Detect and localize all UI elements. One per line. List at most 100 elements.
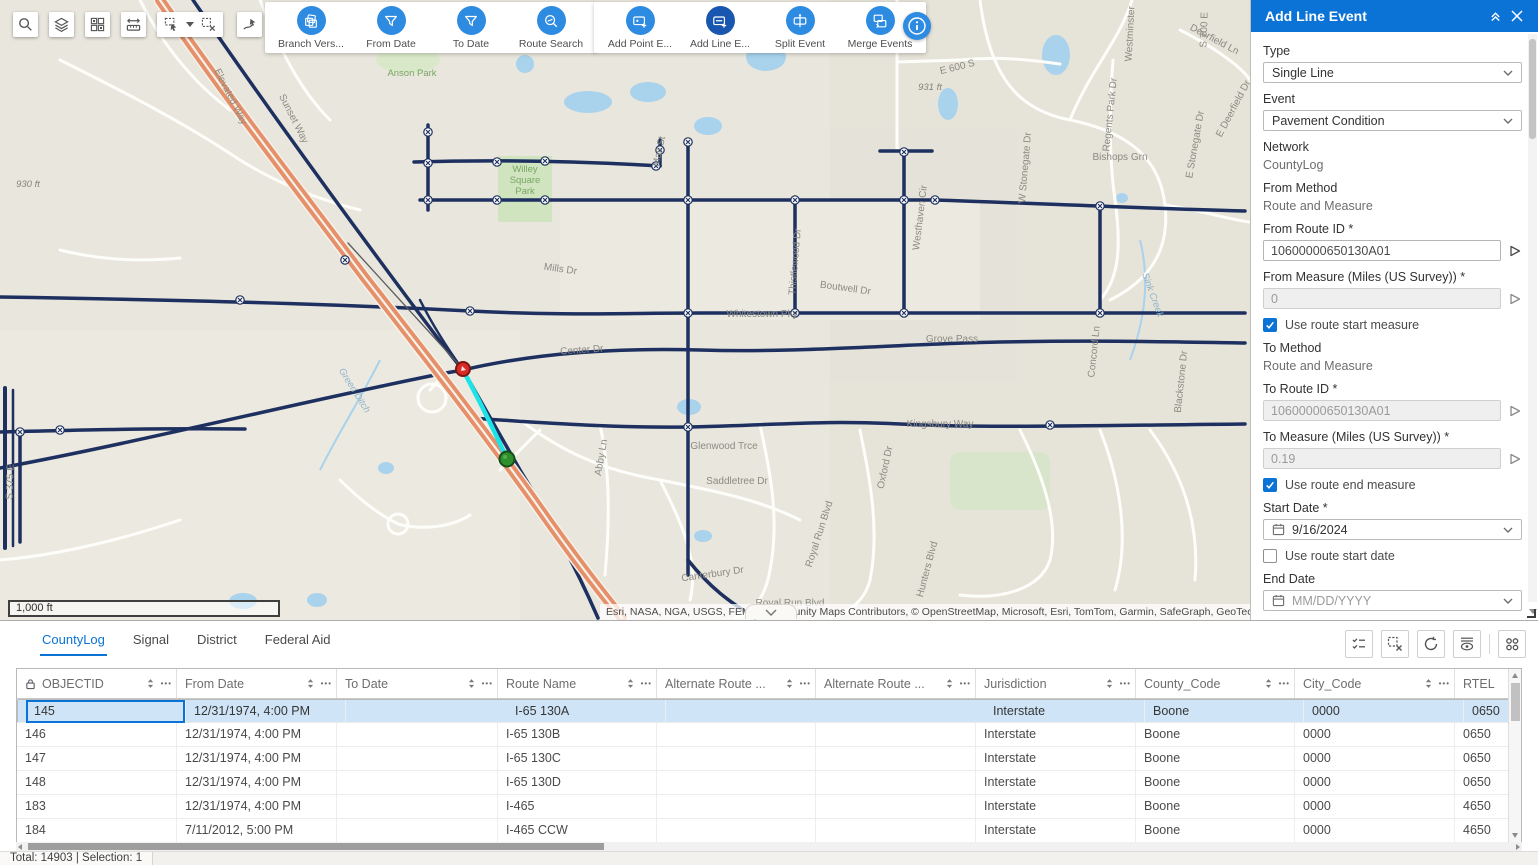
table-row[interactable]: 14712/31/1974, 4:00 PMI-65 130CInterstat… bbox=[17, 747, 1521, 771]
table-row[interactable]: 14512/31/1974, 4:00 PMI-65 130AInterstat… bbox=[17, 699, 1521, 723]
tab-district[interactable]: District bbox=[195, 628, 239, 656]
table-cell[interactable]: 146 bbox=[17, 723, 177, 746]
table-cell[interactable]: Interstate bbox=[976, 819, 1136, 842]
table-cell[interactable] bbox=[657, 747, 816, 770]
vertical-scrollbar-thumb[interactable] bbox=[1511, 683, 1520, 721]
pick-measure-on-map-icon[interactable] bbox=[1508, 452, 1522, 466]
table-cell[interactable]: 12/31/1974, 4:00 PM bbox=[177, 723, 337, 746]
column-menu-icon[interactable]: ••• bbox=[321, 679, 332, 688]
tab-federal-aid[interactable]: Federal Aid bbox=[263, 628, 333, 656]
pick-measure-on-map-icon[interactable] bbox=[1508, 292, 1522, 306]
sort-icon[interactable] bbox=[1106, 678, 1113, 689]
sort-icon[interactable] bbox=[147, 678, 154, 689]
split-event-button[interactable]: Split Event bbox=[768, 6, 832, 50]
tab-countylog[interactable]: CountyLog bbox=[40, 628, 107, 656]
table-cell[interactable]: 0650 bbox=[1455, 771, 1510, 794]
column-header-rtel[interactable]: RTEL bbox=[1455, 669, 1510, 698]
table-cell[interactable] bbox=[816, 747, 976, 770]
column-menu-icon[interactable]: ••• bbox=[482, 679, 493, 688]
table-cell[interactable]: Interstate bbox=[976, 795, 1136, 818]
table-cell[interactable]: 12/31/1974, 4:00 PM bbox=[186, 700, 346, 723]
table-cell[interactable]: Boone bbox=[1136, 747, 1295, 770]
table-cell[interactable]: Boone bbox=[1136, 819, 1295, 842]
column-header-route-name[interactable]: Route Name••• bbox=[498, 669, 657, 698]
column-header-city-code[interactable]: City_Code••• bbox=[1295, 669, 1455, 698]
scroll-left-arrow[interactable] bbox=[18, 844, 22, 850]
sort-icon[interactable] bbox=[468, 678, 475, 689]
table-row[interactable]: 18312/31/1974, 4:00 PMI-465InterstateBoo… bbox=[17, 795, 1521, 819]
table-cell[interactable]: Interstate bbox=[976, 723, 1136, 746]
table-cell[interactable] bbox=[657, 723, 816, 746]
table-cell[interactable] bbox=[816, 771, 976, 794]
table-cell[interactable]: 0000 bbox=[1295, 747, 1455, 770]
use-route-start-date-checkbox[interactable]: Use route start date bbox=[1263, 549, 1522, 563]
map-canvas[interactable]: 930 ft931 ftElevated WaySunset WayAnson … bbox=[0, 0, 1250, 620]
table-cell[interactable]: Interstate bbox=[976, 747, 1136, 770]
table-cell[interactable]: I-65 130D bbox=[498, 771, 657, 794]
table-cell[interactable] bbox=[816, 723, 976, 746]
to-route-id-input[interactable] bbox=[1263, 400, 1501, 421]
measure-tool-button[interactable] bbox=[121, 12, 146, 37]
column-menu-icon[interactable]: ••• bbox=[1120, 679, 1131, 688]
sort-icon[interactable] bbox=[1265, 678, 1272, 689]
panel-resize-handle[interactable] bbox=[1527, 609, 1536, 618]
scroll-down-arrow[interactable] bbox=[1512, 833, 1518, 838]
table-cell[interactable]: Boone bbox=[1136, 723, 1295, 746]
to-measure-input[interactable] bbox=[1263, 448, 1501, 469]
column-header-alternate-route[interactable]: Alternate Route ...••• bbox=[657, 669, 816, 698]
pick-route-on-map-icon[interactable] bbox=[1508, 244, 1522, 258]
scroll-right-arrow[interactable] bbox=[1516, 844, 1520, 850]
column-menu-icon[interactable]: ••• bbox=[1439, 679, 1450, 688]
table-cell[interactable]: 0000 bbox=[1304, 700, 1464, 723]
select-dropdown-chevron-icon[interactable] bbox=[186, 22, 194, 27]
close-panel-button[interactable] bbox=[1506, 5, 1528, 27]
show-selection-button[interactable] bbox=[1345, 630, 1373, 658]
clear-selection-button[interactable] bbox=[1381, 630, 1409, 658]
table-cell[interactable] bbox=[657, 819, 816, 842]
column-menu-icon[interactable]: ••• bbox=[1279, 679, 1290, 688]
table-cell[interactable]: 12/31/1974, 4:00 PM bbox=[177, 771, 337, 794]
from-route-id-input[interactable] bbox=[1263, 240, 1501, 261]
panel-scrollbar-thumb[interactable] bbox=[1529, 39, 1536, 139]
column-menu-icon[interactable]: ••• bbox=[641, 679, 652, 688]
table-cell[interactable]: 12/31/1974, 4:00 PM bbox=[177, 747, 337, 770]
layers-tool-button[interactable] bbox=[49, 12, 74, 37]
end-date-picker[interactable]: MM/DD/YYYY bbox=[1263, 590, 1522, 611]
clear-selection-icon[interactable] bbox=[201, 17, 216, 32]
table-cell[interactable] bbox=[337, 723, 498, 746]
column-header-alternate-route[interactable]: Alternate Route ...••• bbox=[816, 669, 976, 698]
table-cell[interactable] bbox=[816, 795, 976, 818]
panel-scrollbar[interactable] bbox=[1528, 34, 1537, 602]
table-row[interactable]: 14812/31/1974, 4:00 PMI-65 130DInterstat… bbox=[17, 771, 1521, 795]
table-cell[interactable]: 4650 bbox=[1455, 795, 1510, 818]
table-cell[interactable]: Boone bbox=[1145, 700, 1304, 723]
tab-signal[interactable]: Signal bbox=[131, 628, 171, 656]
table-cell[interactable]: 148 bbox=[17, 771, 177, 794]
branch-versions-button[interactable]: Branch Vers... bbox=[279, 6, 343, 50]
table-vertical-scrollbar[interactable] bbox=[1508, 669, 1521, 842]
column-header-objectid[interactable]: OBJECTID••• bbox=[17, 669, 177, 698]
column-header-to-date[interactable]: To Date••• bbox=[337, 669, 498, 698]
route-search-button[interactable]: Route Search bbox=[519, 6, 583, 50]
table-cell[interactable]: 0000 bbox=[1295, 819, 1455, 842]
grid-options-button[interactable] bbox=[1498, 630, 1526, 658]
sort-icon[interactable] bbox=[307, 678, 314, 689]
refresh-button[interactable] bbox=[1417, 630, 1445, 658]
scroll-up-arrow[interactable] bbox=[1512, 673, 1518, 678]
table-cell[interactable]: 183 bbox=[17, 795, 177, 818]
search-tool-button[interactable] bbox=[13, 12, 38, 37]
table-cell[interactable] bbox=[337, 795, 498, 818]
from-date-button[interactable]: From Date bbox=[359, 6, 423, 50]
info-button[interactable] bbox=[903, 12, 931, 40]
table-cell[interactable]: I-65 130A bbox=[507, 700, 666, 723]
column-menu-icon[interactable]: ••• bbox=[800, 679, 811, 688]
table-row[interactable]: 14612/31/1974, 4:00 PMI-65 130BInterstat… bbox=[17, 723, 1521, 747]
table-cell[interactable]: 147 bbox=[17, 747, 177, 770]
table-cell[interactable] bbox=[337, 747, 498, 770]
sort-icon[interactable] bbox=[946, 678, 953, 689]
table-cell[interactable]: I-465 bbox=[498, 795, 657, 818]
column-menu-icon[interactable]: ••• bbox=[161, 679, 172, 688]
to-date-button[interactable]: To Date bbox=[439, 6, 503, 50]
table-row[interactable]: 1847/11/2012, 5:00 PMI-465 CCWInterstate… bbox=[17, 819, 1521, 843]
add-point-event-button[interactable]: Add Point E... bbox=[608, 6, 672, 50]
